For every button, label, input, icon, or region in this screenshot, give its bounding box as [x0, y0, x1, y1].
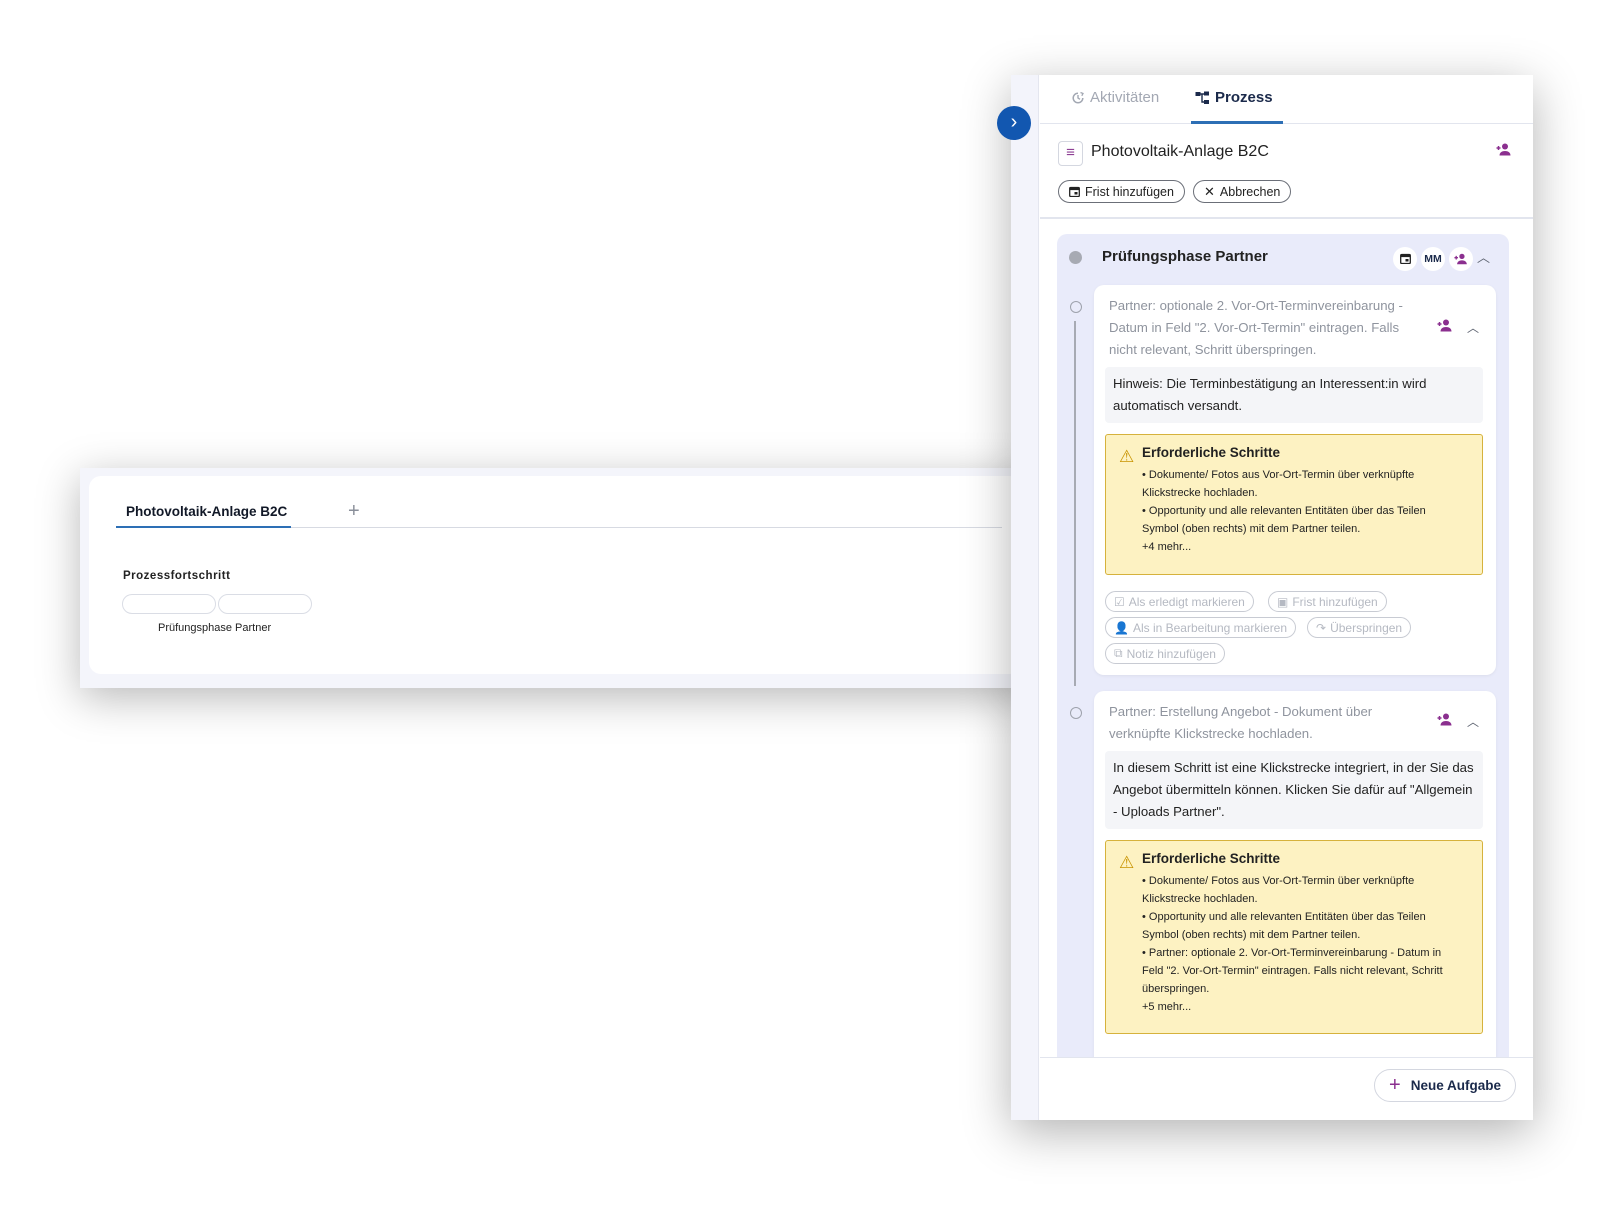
skip-label: Überspringen	[1330, 620, 1403, 635]
add-deadline-label: Frist hinzufügen	[1085, 184, 1174, 199]
required-step-line: • Dokumente/ Fotos aus Vor-Ort-Termin üb…	[1142, 469, 1415, 481]
tab-photovoltaik[interactable]: Photovoltaik-Anlage B2C	[116, 494, 291, 528]
close-icon: ✕	[1204, 183, 1215, 199]
mark-done-button[interactable]: ☑ Als erledigt markieren	[1105, 591, 1254, 612]
user-progress-icon: 👤	[1114, 620, 1129, 635]
new-task-button[interactable]: + Neue Aufgabe	[1374, 1069, 1516, 1102]
warning-icon: ⚠	[1119, 447, 1135, 466]
phase-deadline-icon[interactable]	[1393, 247, 1417, 271]
progress-label: Prozessfortschritt	[123, 570, 231, 582]
task-card: Partner: Erstellung Angebot - Dokument ü…	[1094, 691, 1496, 1057]
progress-phase-label: Prüfungsphase Partner	[158, 622, 272, 634]
calendar-icon	[1069, 186, 1080, 197]
tab-aktivitaeten[interactable]: Aktivitäten	[1071, 89, 1159, 106]
task-title: Partner: Erstellung Angebot - Dokument ü…	[1109, 704, 1373, 741]
task-note: Hinweis: Die Terminbestätigung an Intere…	[1105, 367, 1483, 423]
required-steps-title: Erforderliche Schritte	[1142, 851, 1281, 866]
process-overview-card: Photovoltaik-Anlage B2C + Prozessfortsch…	[80, 468, 1038, 688]
task-assign-user-icon[interactable]	[1437, 713, 1454, 729]
required-step-line: • Opportunity und alle relevanten Entitä…	[1142, 505, 1426, 517]
activity-icon	[1072, 91, 1084, 104]
add-note-label: Notiz hinzufügen	[1126, 646, 1216, 661]
tab-prozess[interactable]: Prozess	[1195, 89, 1273, 106]
mark-in-progress-label: Als in Bearbeitung markieren	[1132, 620, 1288, 635]
tab-prozess-label: Prozess	[1215, 89, 1273, 106]
progress-segment-2[interactable]	[218, 594, 312, 614]
plus-icon: +	[1389, 1074, 1401, 1096]
note-icon: ⧉	[1114, 646, 1123, 660]
process-icon	[1195, 91, 1209, 104]
task-add-deadline-button[interactable]: ▣ Frist hinzufügen	[1268, 591, 1387, 612]
required-step-line: Klickstrecke hochladen.	[1142, 487, 1258, 499]
required-step-line: • Partner: optionale 2. Vor-Ort-Terminve…	[1142, 947, 1442, 959]
task-title: Partner: optionale 2. Vor-Ort-Terminvere…	[1109, 298, 1403, 357]
required-step-line: Feld "2. Vor-Ort-Termin" eintragen. Fall…	[1142, 965, 1443, 977]
progress-segment-1[interactable]	[122, 594, 216, 614]
phase-status-dot	[1069, 251, 1082, 264]
task-card: Partner: optionale 2. Vor-Ort-Terminvere…	[1094, 285, 1496, 675]
more-steps-link[interactable]: +4 mehr...	[1142, 538, 1468, 556]
cancel-button[interactable]: ✕ Abbrechen	[1193, 180, 1292, 203]
required-step-line: überspringen.	[1142, 983, 1210, 995]
task-note: In diesem Schritt ist eine Klickstrecke …	[1105, 751, 1483, 829]
required-steps-title: Erforderliche Schritte	[1142, 445, 1281, 460]
process-side-panel: › Aktivitäten Prozess ≡ Photovoltaik-Anl…	[997, 75, 1533, 1120]
required-step-line: Symbol (oben rechts) mit dem Partner tei…	[1142, 523, 1361, 535]
add-deadline-button[interactable]: Frist hinzufügen	[1058, 180, 1185, 203]
chevron-up-icon[interactable]: ︿	[1467, 319, 1479, 336]
required-steps-box: ⚠ Erforderliche Schritte • Dokumente/ Fo…	[1105, 434, 1483, 575]
checkbox-icon: ☑	[1114, 594, 1125, 609]
process-overview-content: Photovoltaik-Anlage B2C + Prozessfortsch…	[89, 476, 1022, 674]
skip-button[interactable]: ↷ Überspringen	[1307, 617, 1412, 638]
panel-tabs: Aktivitäten Prozess	[1040, 75, 1533, 124]
panel-rail	[1011, 75, 1039, 1120]
process-steps-scroll-area[interactable]: Prüfungsphase Partner MM ︿ Partner: opti…	[1040, 219, 1533, 1057]
phase-section: Prüfungsphase Partner MM ︿ Partner: opti…	[1057, 234, 1509, 1057]
calendar-icon: ▣	[1277, 594, 1289, 609]
collapse-panel-button[interactable]: ›	[997, 106, 1031, 140]
cancel-label: Abbrechen	[1219, 184, 1281, 199]
step-status-ring	[1070, 301, 1082, 313]
task-assign-user-icon[interactable]	[1437, 319, 1454, 335]
mark-done-label: Als erledigt markieren	[1128, 594, 1245, 609]
phase-title: Prüfungsphase Partner	[1102, 248, 1268, 265]
warning-icon: ⚠	[1119, 853, 1135, 872]
tab-aktivitaeten-label: Aktivitäten	[1090, 89, 1160, 106]
assignee-avatar[interactable]: MM	[1421, 247, 1445, 271]
mark-in-progress-button[interactable]: 👤 Als in Bearbeitung markieren	[1105, 617, 1297, 638]
required-step-line: Symbol (oben rechts) mit dem Partner tei…	[1142, 929, 1361, 941]
more-steps-link[interactable]: +5 mehr...	[1142, 998, 1468, 1016]
phase-assign-user-icon[interactable]	[1449, 247, 1473, 271]
skip-icon: ↷	[1316, 620, 1327, 635]
menu-icon[interactable]: ≡	[1058, 141, 1083, 166]
process-title: Photovoltaik-Anlage B2C	[1091, 143, 1269, 160]
step-status-ring	[1070, 707, 1082, 719]
panel-footer: + Neue Aufgabe	[1040, 1057, 1533, 1120]
process-tabs: Photovoltaik-Anlage B2C +	[116, 494, 1002, 528]
required-step-line: Klickstrecke hochladen.	[1142, 893, 1258, 905]
add-note-button[interactable]: ⧉ Notiz hinzufügen	[1105, 643, 1225, 664]
chevron-up-icon[interactable]: ︿	[1467, 713, 1479, 730]
add-tab-icon[interactable]: +	[348, 500, 360, 523]
task-add-deadline-label: Frist hinzufügen	[1292, 594, 1378, 609]
process-title-row: ≡ Photovoltaik-Anlage B2C	[1058, 138, 1513, 168]
required-step-line: • Dokumente/ Fotos aus Vor-Ort-Termin üb…	[1142, 875, 1415, 887]
chevron-up-icon[interactable]: ︿	[1477, 247, 1490, 266]
assign-user-icon[interactable]	[1496, 143, 1513, 159]
new-task-label: Neue Aufgabe	[1410, 1078, 1501, 1093]
required-step-line: • Opportunity und alle relevanten Entitä…	[1142, 911, 1426, 923]
active-tab-indicator	[1191, 121, 1283, 124]
timeline-line	[1074, 321, 1076, 686]
required-steps-box: ⚠ Erforderliche Schritte • Dokumente/ Fo…	[1105, 840, 1483, 1034]
